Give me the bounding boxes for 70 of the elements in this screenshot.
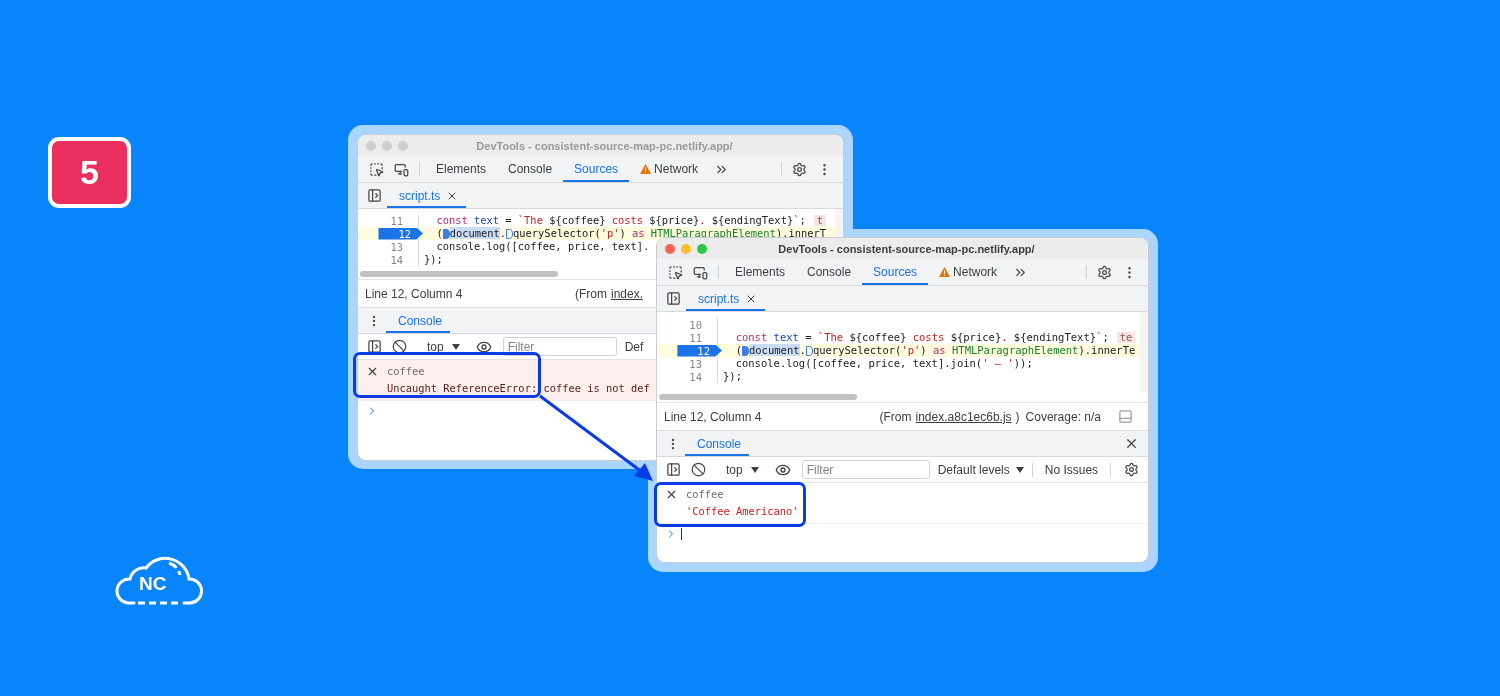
line-number: 11 (390, 214, 404, 227)
line-number: 14 (689, 370, 703, 383)
drawer-tab[interactable]: Console (685, 431, 750, 456)
line-number: 14 (390, 253, 404, 266)
breakpoint-marker-icon[interactable] (442, 228, 450, 239)
panel-tab[interactable]: Console (497, 156, 564, 182)
filter-field[interactable]: Filter (801, 460, 930, 479)
console-result: 'Coffee Americano' (686, 505, 799, 518)
caret-icon[interactable] (1015, 466, 1024, 473)
filter-field[interactable]: Filter (502, 337, 617, 356)
code-text: const text = `The ${coffee} costs ${price}. ${endingText}`; (734, 332, 1109, 343)
breakpoint-marker-icon[interactable] (741, 345, 749, 356)
source-label: (From (879, 409, 912, 424)
console-expression: coffee (686, 488, 725, 501)
code-text: ( (734, 345, 742, 356)
caret-icon[interactable] (451, 343, 460, 350)
source-link[interactable]: index. (610, 286, 643, 301)
line-number: 11 (689, 331, 703, 344)
source-link[interactable]: index.a8c1ec6b.js (915, 409, 1012, 424)
close-icon[interactable] (366, 365, 379, 378)
code-text: document. (449, 228, 507, 239)
logo-text: NC (139, 574, 167, 593)
line-number: 13 (390, 240, 404, 253)
panel-tab[interactable]: Elements (724, 259, 797, 285)
window-control-icon[interactable] (665, 243, 675, 254)
code-text: ( (435, 228, 443, 239)
code-text: console.log([coffee, price, text].join(' – ')); (734, 358, 1033, 369)
line-number: 12 (677, 344, 722, 357)
levels-dropdown[interactable]: Def (622, 339, 646, 354)
context-dropdown[interactable]: top (423, 339, 448, 354)
drawer-tab[interactable]: Console (386, 308, 451, 333)
source-label: (From (574, 286, 607, 301)
panel-tab[interactable]: Elements (425, 156, 498, 182)
code-text: const text = `The ${coffee} costs ${price}. ${endingText}`; (435, 215, 806, 226)
line-number: 13 (689, 357, 703, 370)
step-badge: 5 (48, 137, 131, 208)
line-number: 10 (689, 318, 703, 331)
scrollbar-thumb[interactable] (360, 271, 558, 277)
window-title: DevTools - consistent-source-map-pc.netlify.app/ (777, 242, 1036, 255)
panel-tab[interactable]: Network (928, 259, 1009, 285)
breakpoint-marker-icon[interactable] (805, 345, 813, 356)
scrollbar-thumb[interactable] (659, 394, 857, 400)
breakpoint-marker-icon[interactable] (506, 228, 514, 239)
source-label: ) (1015, 409, 1020, 424)
file-tab[interactable]: script.ts (686, 286, 766, 311)
inlay-hint: te (1116, 332, 1136, 343)
caret-icon[interactable] (750, 466, 759, 473)
close-icon[interactable] (665, 488, 678, 501)
warning-icon (640, 164, 652, 174)
file-tab[interactable]: script.ts (387, 183, 467, 208)
levels-dropdown[interactable]: Default levels (935, 462, 1012, 477)
warning-icon (939, 267, 951, 277)
code-text: }); (424, 254, 443, 265)
code-text: querySelector('p') as HTMLParagraphElement).innerTe (812, 345, 1136, 356)
issues-label[interactable]: No Issues (1031, 462, 1112, 477)
coverage-label: Coverage: n/a (1025, 409, 1101, 424)
code-text: }); (723, 371, 742, 382)
panel-tab[interactable]: Network (629, 156, 710, 182)
console-expression: coffee (387, 365, 426, 378)
cursor-position: Line 12, Column 4 (365, 286, 463, 301)
cursor-position: Line 12, Column 4 (664, 409, 762, 424)
context-dropdown[interactable]: top (722, 462, 747, 477)
console-result: Uncaught ReferenceError: coffee is not def (387, 382, 650, 395)
code-text: console.log([coffee, price, text]. (435, 241, 650, 252)
inlay-hint: t (813, 215, 826, 226)
panel-tab[interactable]: Console (796, 259, 863, 285)
line-number: 12 (378, 227, 423, 240)
code-text: document. (748, 345, 806, 356)
window-title: DevTools - consistent-source-map-pc.netlify.app/ (475, 139, 734, 152)
code-text: querySelector('p') as HTMLParagraphElement).innerT (513, 228, 826, 239)
